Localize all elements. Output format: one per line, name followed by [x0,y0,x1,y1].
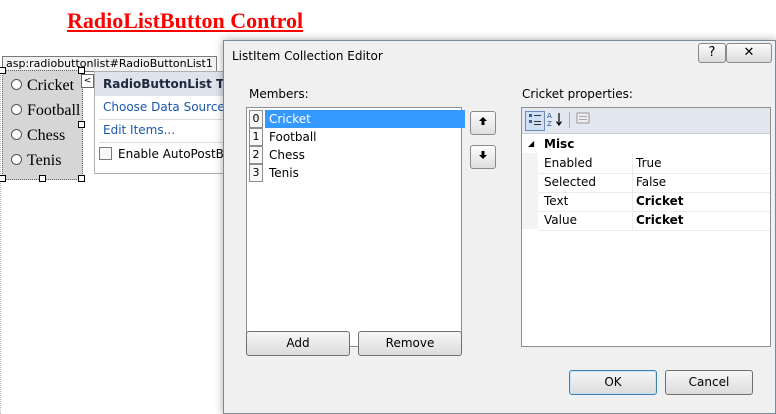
radio-circle-icon[interactable] [11,79,22,90]
divider [99,119,225,120]
remove-button[interactable]: Remove [358,331,462,356]
radio-item[interactable]: Cricket [11,75,74,97]
divider [632,154,633,173]
property-row[interactable]: Text Cricket [538,192,770,212]
member-index: 3 [249,164,263,182]
member-index: 1 [249,128,263,146]
members-list[interactable]: 0 Cricket 1 Football 2 Chess 3 Tenis [246,107,465,347]
property-value[interactable]: Cricket [636,211,683,230]
divider [632,173,633,192]
resize-handle[interactable] [78,121,85,128]
member-row[interactable]: 0 Cricket [249,110,465,128]
radio-item[interactable]: Chess [11,125,65,147]
property-row[interactable]: Value Cricket [538,211,770,231]
tasks-panel-title: RadioButtonList Tasks [95,72,253,96]
dialog-title: ListItem Collection Editor [232,49,383,63]
property-value[interactable]: False [636,173,666,192]
property-grid-toolbar: AZ [522,108,770,134]
property-pages-icon[interactable] [574,111,592,129]
autopostback-checkbox[interactable] [99,147,112,160]
resize-handle[interactable] [39,175,46,182]
listitem-collection-editor-dialog: ListItem Collection Editor ? ✕ Members: … [223,40,776,414]
member-row[interactable]: 1 Football [249,128,459,146]
radio-item[interactable]: Football [11,100,80,122]
member-row[interactable]: 2 Chess [249,146,459,164]
radio-button-list[interactable]: Cricket Football Chess Tenis [0,67,85,182]
move-up-button[interactable] [470,111,496,135]
member-text: Tenis [269,166,299,180]
property-value[interactable]: Cricket [636,192,683,211]
radio-circle-icon[interactable] [11,154,22,165]
radio-item-label: Chess [27,127,66,144]
radio-item[interactable]: Tenis [11,150,61,172]
member-index: 0 [249,110,263,128]
divider [632,192,633,211]
property-value[interactable]: True [636,154,662,173]
property-name: Text [544,194,569,208]
member-text: Football [269,130,317,144]
add-button[interactable]: Add [246,331,350,356]
help-button[interactable]: ? [698,43,726,63]
choose-data-source-link[interactable]: Choose Data Source... [103,100,236,114]
divider [99,142,225,143]
tasks-panel: RadioButtonList Tasks Choose Data Source… [94,71,253,174]
categorized-view-icon[interactable] [525,111,545,131]
member-text: Chess [269,148,305,162]
member-index: 2 [249,146,263,164]
cancel-button[interactable]: Cancel [665,370,753,395]
category-row[interactable]: ◢ Misc [522,135,770,153]
member-text: Cricket [265,110,465,128]
divider [632,211,633,230]
resize-handle[interactable] [0,67,6,74]
page-heading: RadioListButton Control [67,8,304,33]
radio-item-label: Football [27,102,81,119]
category-label: Misc [544,137,575,151]
radio-circle-icon[interactable] [11,104,22,115]
arrow-down-icon [479,151,487,159]
property-name: Value [544,213,577,227]
property-name: Selected [544,175,597,189]
property-grid[interactable]: AZ ◢ Misc Enabled True Selected False Te… [521,107,771,347]
arrow-up-icon [479,117,487,125]
property-row[interactable]: Selected False [538,173,770,193]
grid-gutter [522,153,538,229]
radio-circle-icon[interactable] [11,129,22,140]
svg-text:A: A [547,112,552,120]
edit-items-link[interactable]: Edit Items... [103,123,175,137]
radio-item-label: Tenis [27,152,62,169]
resize-handle[interactable] [78,67,85,74]
toolbar-divider [569,112,570,128]
properties-label: Cricket properties: [522,87,633,101]
collapse-triangle-icon[interactable]: ◢ [528,135,534,153]
move-down-button[interactable] [470,145,496,169]
resize-handle[interactable] [0,175,6,182]
ok-button[interactable]: OK [569,370,657,395]
resize-handle[interactable] [78,175,85,182]
svg-text:Z: Z [547,120,552,127]
members-label: Members: [249,87,309,101]
close-button[interactable]: ✕ [726,43,772,63]
alphabetical-sort-icon[interactable]: AZ [546,111,564,129]
property-name: Enabled [544,156,593,170]
member-row[interactable]: 3 Tenis [249,164,459,182]
radio-item-label: Cricket [27,77,75,94]
property-row[interactable]: Enabled True [538,154,770,174]
smart-tag-arrow-icon[interactable]: < [81,74,94,88]
